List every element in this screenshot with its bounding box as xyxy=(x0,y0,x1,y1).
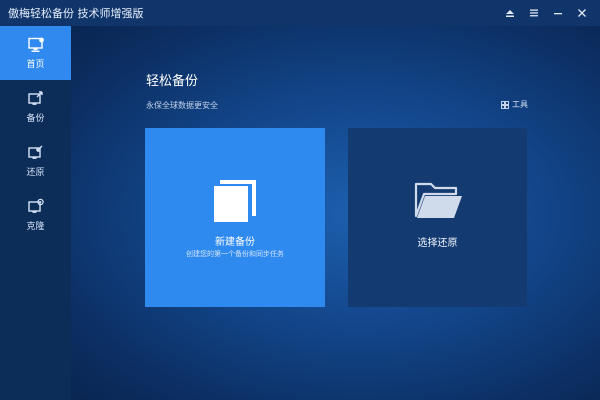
close-icon xyxy=(578,9,586,17)
copy-icon xyxy=(214,180,256,222)
home-monitor-icon xyxy=(27,37,44,52)
sidebar-item-label: 备份 xyxy=(26,114,45,124)
folder-open-icon xyxy=(414,182,462,218)
sidebar-item-label: 首页 xyxy=(26,60,45,70)
main-content: 轻松备份 永保全球数据更安全 工具 新建备份 创建您的第一个备份和同步任务 选择… xyxy=(71,26,600,400)
minimize-icon xyxy=(554,13,562,15)
sidebar-item-label: 克隆 xyxy=(26,222,45,232)
new-backup-title: 新建备份 xyxy=(215,237,255,248)
restore-icon xyxy=(27,145,42,159)
title-bar: 傲梅轻松备份 技术师增强版 xyxy=(0,0,600,26)
upgrade-button[interactable] xyxy=(498,0,522,26)
sidebar-item-restore[interactable]: 还原 xyxy=(0,134,71,188)
new-backup-card[interactable]: 新建备份 创建您的第一个备份和同步任务 xyxy=(145,128,325,307)
window-controls xyxy=(498,0,594,26)
sidebar: 首页 备份 还原 克隆 xyxy=(0,26,71,400)
app-title: 傲梅轻松备份 技术师增强版 xyxy=(8,7,144,20)
minimize-button[interactable] xyxy=(546,0,570,26)
menu-icon xyxy=(530,9,538,17)
backup-icon xyxy=(27,91,43,105)
sidebar-item-label: 还原 xyxy=(26,168,45,178)
select-restore-card[interactable]: 选择还原 xyxy=(348,128,527,307)
sidebar-item-clone[interactable]: 克隆 xyxy=(0,188,71,242)
tools-button[interactable]: 工具 xyxy=(501,99,528,110)
clone-icon xyxy=(27,198,44,213)
tools-grid-icon xyxy=(501,100,509,109)
new-backup-description: 创建您的第一个备份和同步任务 xyxy=(186,250,284,258)
select-restore-title: 选择还原 xyxy=(417,238,458,249)
sidebar-item-home[interactable]: 首页 xyxy=(0,26,71,80)
upgrade-icon xyxy=(506,10,514,17)
sidebar-item-backup[interactable]: 备份 xyxy=(0,80,71,134)
page-subtitle: 永保全球数据更安全 xyxy=(146,101,218,110)
menu-button[interactable] xyxy=(522,0,546,26)
tools-label: 工具 xyxy=(512,100,528,109)
page-title: 轻松备份 xyxy=(146,74,199,89)
close-button[interactable] xyxy=(570,0,594,26)
